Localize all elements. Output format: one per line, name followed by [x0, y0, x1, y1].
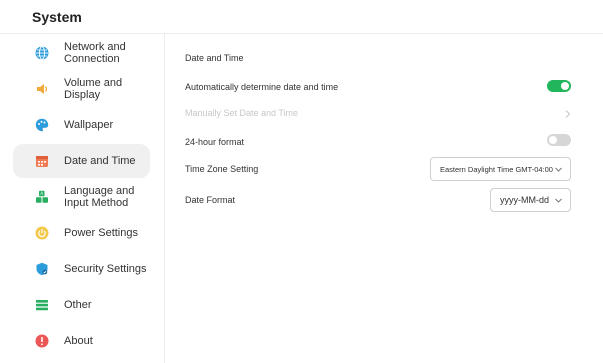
sidebar-item-label: Security Settings	[64, 263, 147, 275]
sidebar-item-date-time[interactable]: Date and Time	[13, 144, 150, 178]
palette-icon	[35, 118, 49, 132]
language-blocks-icon: A	[35, 190, 49, 204]
manual-datetime-label[interactable]: Manually Set Date and Time	[185, 108, 298, 118]
list-icon	[35, 298, 49, 312]
sidebar-item-language[interactable]: A Language and Input Method	[13, 180, 150, 214]
info-icon	[35, 334, 49, 348]
section-title: Date and Time	[185, 53, 244, 63]
timezone-select[interactable]: Eastern Daylight Time GMT-04:00	[430, 157, 571, 181]
sidebar-item-label: Language and Input Method	[64, 185, 135, 209]
sidebar-item-label: About	[64, 335, 93, 347]
sidebar-item-label: Power Settings	[64, 227, 138, 239]
chevron-right-icon[interactable]	[563, 109, 573, 119]
sidebar-item-network[interactable]: Network and Connection	[13, 36, 150, 70]
sidebar-item-other[interactable]: Other	[13, 288, 150, 322]
toggle-knob	[561, 82, 569, 90]
date-format-value: yyyy-MM-dd	[500, 195, 549, 205]
sidebar-item-label: Volume and Display	[64, 77, 123, 101]
sidebar-item-security[interactable]: Security Settings	[13, 252, 150, 286]
page-title: System	[32, 9, 82, 25]
sidebar: Network and Connection Volume and Displa…	[0, 34, 165, 363]
chevron-down-icon	[555, 167, 562, 172]
sidebar-item-wallpaper[interactable]: Wallpaper	[13, 108, 150, 142]
timezone-value: Eastern Daylight Time GMT-04:00	[440, 164, 553, 174]
auto-datetime-label: Automatically determine date and time	[185, 82, 339, 92]
date-format-select[interactable]: yyyy-MM-dd	[490, 188, 571, 212]
timezone-label: Time Zone Setting	[185, 164, 259, 174]
shield-icon	[35, 262, 49, 276]
hour24-toggle[interactable]	[547, 134, 571, 146]
sidebar-item-label: Other	[64, 299, 92, 311]
sidebar-item-label: Wallpaper	[64, 119, 114, 131]
toggle-knob	[549, 136, 557, 144]
sidebar-item-about[interactable]: About	[13, 324, 150, 358]
calendar-icon	[35, 154, 49, 168]
header-bar: System	[0, 0, 603, 34]
speaker-icon	[35, 82, 49, 96]
sidebar-item-label: Date and Time	[64, 155, 136, 167]
date-format-label: Date Format	[185, 195, 236, 205]
sidebar-item-volume[interactable]: Volume and Display	[13, 72, 150, 106]
main-content: Date and Time Automatically determine da…	[166, 34, 603, 363]
globe-icon	[35, 46, 49, 60]
hour24-label: 24-hour format	[185, 137, 245, 147]
sidebar-item-power[interactable]: Power Settings	[13, 216, 150, 250]
auto-datetime-toggle[interactable]	[547, 80, 571, 92]
power-icon	[35, 226, 49, 240]
svg-text:A: A	[40, 191, 43, 196]
chevron-down-icon	[555, 198, 562, 203]
sidebar-item-label: Network and Connection	[64, 41, 126, 65]
